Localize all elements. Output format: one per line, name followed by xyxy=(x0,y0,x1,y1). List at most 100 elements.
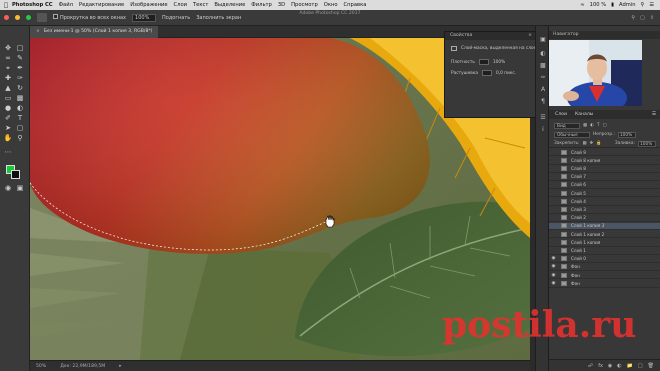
adjustments-icon[interactable]: ◐ xyxy=(539,50,547,57)
pen-tool-icon[interactable]: ✐ xyxy=(3,114,13,123)
type-tool-icon[interactable]: T xyxy=(15,114,25,123)
menu-layer[interactable]: Слои xyxy=(174,2,187,8)
layer-row[interactable]: ◉ Слой 0 xyxy=(549,256,660,263)
visibility-eye-icon[interactable]: ◉ xyxy=(549,256,558,261)
eyedropper-tool-icon[interactable]: ✒ xyxy=(15,64,25,73)
layer-row[interactable]: Слой 1 копия xyxy=(549,239,660,247)
layer-row[interactable]: ◉ Фон xyxy=(549,272,660,280)
close-tab-icon[interactable]: × xyxy=(36,29,40,34)
gradient-tool-icon[interactable]: ▩ xyxy=(15,94,25,103)
quick-mask-icon[interactable]: ◉ xyxy=(3,184,13,193)
filter-pixel-icon[interactable]: ▩ xyxy=(583,123,587,128)
delete-layer-icon[interactable]: 🗑 xyxy=(648,363,654,369)
menu-type[interactable]: Текст xyxy=(193,2,208,8)
screen-mode-icon[interactable]: ▣ xyxy=(15,184,25,193)
brush-settings-icon[interactable]: ✑ xyxy=(539,74,547,81)
filter-adjust-icon[interactable]: ◐ xyxy=(590,123,594,128)
adjustment-layer-icon[interactable]: ◐ xyxy=(617,363,621,369)
lock-move-icon[interactable]: ✥ xyxy=(590,141,594,146)
visibility-eye-icon[interactable]: ◉ xyxy=(549,273,558,278)
move-tool-icon[interactable]: ✥ xyxy=(3,44,13,53)
layer-row[interactable]: Слой 2 xyxy=(549,215,660,222)
fit-screen-button[interactable]: Подогнать xyxy=(162,15,190,21)
layer-row[interactable]: Слой 3 xyxy=(549,206,660,214)
workspace-icon[interactable]: ▢ xyxy=(640,15,645,21)
zoom-window-icon[interactable] xyxy=(26,15,31,20)
shape-tool-icon[interactable]: ▢ xyxy=(15,124,25,133)
filter-type-icon[interactable]: T xyxy=(597,123,600,128)
history-icon[interactable]: ▣ xyxy=(539,36,547,43)
apple-icon[interactable]:  xyxy=(0,2,12,9)
properties-icon[interactable]: ☰ xyxy=(539,114,547,121)
menu-list-icon[interactable]: ☰ xyxy=(649,2,654,8)
new-group-icon[interactable]: 📁 xyxy=(627,363,633,369)
panel-menu-icon[interactable]: ☰ xyxy=(652,112,660,117)
search-icon[interactable]: ⚲ xyxy=(641,2,645,8)
path-select-tool-icon[interactable]: ➤ xyxy=(3,124,13,133)
layer-row[interactable]: Слой 5 xyxy=(549,190,660,198)
opacity-field[interactable]: 100% xyxy=(617,131,636,138)
crop-tool-icon[interactable]: ⌖ xyxy=(3,64,13,73)
layer-row[interactable]: Слой 8 копия xyxy=(549,157,660,165)
menu-image[interactable]: Изображение xyxy=(130,2,167,8)
visibility-eye-icon[interactable]: ◉ xyxy=(549,281,558,286)
layer-row[interactable]: Слой 1 xyxy=(549,247,660,255)
quick-select-tool-icon[interactable]: ✎ xyxy=(15,54,25,63)
app-menu[interactable]: Photoshop CC xyxy=(12,2,53,8)
layer-row[interactable]: ◉ Фон xyxy=(549,280,660,288)
minimize-window-icon[interactable] xyxy=(15,15,20,20)
lock-pixels-icon[interactable]: ▩ xyxy=(582,141,586,146)
filter-shape-icon[interactable]: ▢ xyxy=(602,123,606,128)
blend-mode-select[interactable]: Обычные xyxy=(554,131,590,138)
menu-select[interactable]: Выделение xyxy=(214,2,245,8)
more-tools-icon[interactable]: ⋯ xyxy=(3,148,13,157)
share-icon[interactable]: ⇧ xyxy=(650,15,654,21)
layer-row[interactable]: Слой 1 копия 3 xyxy=(549,222,660,231)
layer-row[interactable]: Слой 1 копия 2 xyxy=(549,231,660,239)
link-layers-icon[interactable]: ☍ xyxy=(588,363,593,369)
tab-channels[interactable]: Каналы xyxy=(575,112,593,117)
layer-filter-select[interactable]: Вид xyxy=(554,122,580,129)
status-arrow-icon[interactable]: ▸ xyxy=(119,364,121,369)
lasso-tool-icon[interactable]: ∞ xyxy=(3,54,13,63)
stamp-tool-icon[interactable]: ▲ xyxy=(3,84,13,93)
status-zoom[interactable]: 50% xyxy=(36,364,46,369)
menu-filter[interactable]: Фильтр xyxy=(251,2,272,8)
menu-view[interactable]: Просмотр xyxy=(291,2,318,8)
swatches-icon[interactable]: ▩ xyxy=(539,62,547,69)
layer-style-icon[interactable]: fx xyxy=(598,363,603,369)
eraser-tool-icon[interactable]: ▭ xyxy=(3,94,13,103)
zoom-field[interactable]: 100% xyxy=(132,13,157,22)
properties-panel-header[interactable]: Свойства × xyxy=(445,32,536,40)
hand-tool-preset-icon[interactable] xyxy=(37,13,47,22)
layer-row[interactable]: Слой 8 xyxy=(549,165,660,173)
character-icon[interactable]: A xyxy=(539,86,547,93)
hand-tool-icon[interactable]: ✋ xyxy=(3,134,13,143)
layer-row[interactable]: Слой 6 xyxy=(549,182,660,190)
fill-field[interactable]: 100% xyxy=(638,140,656,147)
user-name[interactable]: Admin xyxy=(619,2,636,8)
paragraph-icon[interactable]: ¶ xyxy=(539,98,547,105)
healing-tool-icon[interactable]: ✚ xyxy=(3,74,13,83)
lock-all-icon[interactable]: 🔒 xyxy=(596,141,601,146)
document-tab[interactable]: × Без имени-1 @ 50% (Слой 1 копия 3, RGB/… xyxy=(30,26,159,38)
battery-icon[interactable]: ▮ xyxy=(611,2,614,8)
blur-tool-icon[interactable]: ● xyxy=(3,104,13,113)
info-icon[interactable]: i xyxy=(539,126,547,133)
zoom-tool-icon[interactable]: ⚲ xyxy=(15,134,25,143)
menu-window[interactable]: Окно xyxy=(324,2,338,8)
add-mask-icon[interactable]: ◉ xyxy=(608,363,612,369)
visibility-eye-icon[interactable]: ◉ xyxy=(549,264,558,269)
background-color-swatch[interactable] xyxy=(11,170,20,179)
menu-file[interactable]: Файл xyxy=(59,2,73,8)
new-layer-icon[interactable]: □ xyxy=(638,363,643,369)
marquee-tool-icon[interactable]: □ xyxy=(15,44,25,53)
brush-tool-icon[interactable]: ✑ xyxy=(15,74,25,83)
tab-layers[interactable]: Слои xyxy=(555,112,567,117)
menu-edit[interactable]: Редактирование xyxy=(79,2,124,8)
layer-row[interactable]: Слой 7 xyxy=(549,174,660,181)
navigator-header[interactable]: Навигатор xyxy=(549,31,660,39)
history-brush-tool-icon[interactable]: ↻ xyxy=(15,84,25,93)
density-field[interactable] xyxy=(478,59,489,65)
fill-screen-button[interactable]: Заполнить экран xyxy=(196,15,241,21)
